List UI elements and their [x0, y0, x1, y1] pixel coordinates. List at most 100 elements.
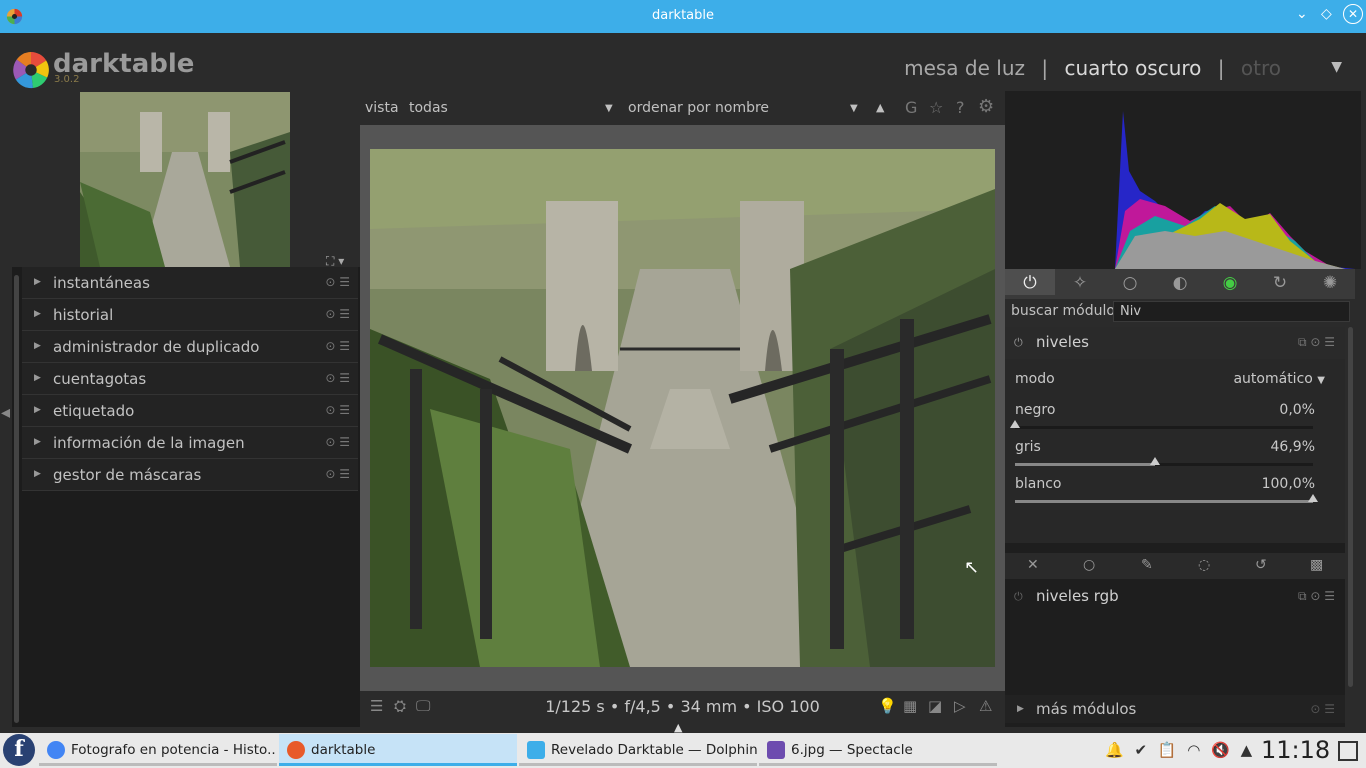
views-dropdown-icon[interactable]: ▼ — [1331, 59, 1342, 75]
module-levels-header[interactable]: ⏻ niveles ⧉ ⊙ ☰ — [1005, 327, 1345, 359]
module-label: etiquetado — [53, 402, 135, 420]
module-tagging[interactable]: ▶ etiquetado ⊙ ☰ — [22, 395, 358, 427]
warning-icon[interactable]: ⚠ — [979, 697, 992, 715]
slider-white-track[interactable] — [1015, 494, 1318, 503]
color-assessment-icon[interactable]: ▦ — [903, 697, 917, 715]
task-darktable[interactable]: darktable — [279, 734, 517, 766]
updates-icon[interactable]: ✔ — [1134, 741, 1147, 759]
left-module-list: ▶ instantáneas ⊙ ☰ ▶ historial ⊙ ☰ ▶ adm… — [12, 267, 360, 727]
slider-knob[interactable] — [1010, 420, 1020, 428]
module-snapshots[interactable]: ▶ instantáneas ⊙ ☰ — [22, 267, 358, 299]
module-label: administrador de duplicado — [53, 338, 260, 356]
slider-black-track[interactable] — [1010, 420, 1313, 429]
task-spectacle[interactable]: 6.jpg — Spectacle — [759, 734, 997, 766]
tab-favorites-icon[interactable]: ✧ — [1055, 273, 1105, 293]
presets-reset-menu-icon[interactable]: ⧉ ⊙ ☰ — [1298, 335, 1335, 350]
expand-arrow-icon: ▶ — [34, 469, 41, 479]
slider-gray-track[interactable] — [1015, 457, 1313, 466]
wifi-icon[interactable]: ◠ — [1187, 741, 1200, 759]
expand-arrow-icon: ▶ — [34, 405, 41, 415]
image-canvas[interactable]: ↖ — [360, 125, 1005, 691]
right-scrollbar[interactable] — [1348, 327, 1353, 687]
volume-muted-icon[interactable]: 🔇 — [1211, 741, 1230, 759]
maximize-icon[interactable]: ◇ — [1321, 6, 1332, 22]
view-other[interactable]: otro — [1241, 56, 1281, 80]
fedora-launcher-icon[interactable]: f — [3, 734, 35, 766]
slider-black[interactable]: negro 0,0% — [1015, 402, 1315, 418]
tab-basic-icon[interactable]: ○ — [1105, 273, 1155, 293]
blend-drawn-parametric-icon[interactable]: ↺ — [1255, 557, 1267, 573]
expand-arrow-icon: ▶ — [34, 277, 41, 287]
histogram[interactable] — [1005, 91, 1361, 269]
mode-select[interactable]: automático ▼ — [1233, 371, 1325, 387]
reset-menu-icon[interactable]: ⊙ ☰ — [325, 339, 350, 353]
task-label: Fotografo en potencia - Histo... — [71, 742, 277, 758]
module-color-picker[interactable]: ▶ cuentagotas ⊙ ☰ — [22, 363, 358, 395]
chrome-icon — [47, 741, 65, 759]
reset-menu-icon[interactable]: ⊙ ☰ — [325, 403, 350, 417]
tab-correct-icon[interactable]: ↻ — [1255, 273, 1305, 293]
module-history[interactable]: ▶ historial ⊙ ☰ — [22, 299, 358, 331]
tab-active-modules-power-icon[interactable]: ⏻ — [1005, 269, 1055, 295]
module-label: gestor de máscaras — [53, 466, 202, 484]
clock[interactable]: 11:18 — [1261, 736, 1330, 764]
blend-modes-bar: ✕ ○ ✎ ◌ ↺ ▩ — [1005, 553, 1345, 579]
navigation-thumbnail[interactable] — [80, 92, 290, 267]
blend-raster-mask-icon[interactable]: ▩ — [1310, 557, 1323, 573]
view-filter-dropdown-icon[interactable]: ▼ — [605, 103, 613, 114]
search-module-input[interactable] — [1113, 301, 1350, 322]
reset-menu-icon[interactable]: ⊙ ☰ — [325, 371, 350, 385]
task-browser[interactable]: Fotografo en potencia - Histo... — [39, 734, 277, 766]
gear-icon[interactable]: ⚙ — [978, 96, 994, 117]
module-image-information[interactable]: ▶ información de la imagen ⊙ ☰ — [22, 427, 358, 459]
minimize-icon[interactable]: ⌄ — [1296, 6, 1308, 22]
blend-off-icon[interactable]: ✕ — [1027, 557, 1039, 573]
notifications-icon[interactable]: 🔔 — [1105, 741, 1124, 759]
reset-menu-icon[interactable]: ⊙ ☰ — [325, 467, 350, 481]
slider-gray[interactable]: gris 46,9% — [1015, 439, 1315, 455]
view-darkroom[interactable]: cuarto oscuro — [1064, 56, 1201, 80]
tab-tone-icon[interactable]: ◐ — [1155, 273, 1205, 293]
sort-dropdown-icon[interactable]: ▼ — [850, 103, 858, 114]
show-desktop-icon[interactable] — [1338, 741, 1358, 761]
reset-menu-icon[interactable]: ⊙ ☰ — [325, 435, 350, 449]
tab-color-icon[interactable]: ◉ — [1205, 273, 1255, 293]
softproof-icon[interactable]: ◪ — [928, 697, 942, 715]
gamut-check-icon[interactable]: ▷ — [954, 697, 966, 715]
mode-row[interactable]: modo automático ▼ — [1015, 371, 1325, 387]
blend-parametric-mask-icon[interactable]: ◌ — [1198, 557, 1210, 573]
slider-white[interactable]: blanco 100,0% — [1015, 476, 1315, 492]
lightbulb-icon[interactable]: 💡 — [878, 697, 897, 715]
clipboard-icon[interactable]: 📋 — [1158, 741, 1177, 759]
close-icon[interactable]: ✕ — [1343, 4, 1363, 24]
sort-select[interactable]: nombre — [715, 100, 769, 116]
help-icon[interactable]: ? — [956, 98, 965, 117]
module-mask-manager[interactable]: ▶ gestor de máscaras ⊙ ☰ — [22, 459, 358, 491]
module-label: historial — [53, 306, 114, 324]
slider-knob[interactable] — [1308, 494, 1318, 502]
module-power-icon[interactable]: ⏻ — [1014, 590, 1023, 604]
blend-drawn-mask-icon[interactable]: ✎ — [1141, 557, 1153, 573]
tab-effects-icon[interactable]: ✺ — [1305, 273, 1355, 293]
reset-menu-icon[interactable]: ⊙ ☰ — [325, 307, 350, 321]
grouping-button[interactable]: G — [905, 98, 917, 117]
left-scrollbar[interactable] — [14, 275, 19, 723]
module-title: niveles — [1036, 333, 1089, 351]
window-titlebar[interactable]: darktable ⌄ ◇ ✕ — [0, 0, 1366, 33]
module-power-icon[interactable]: ⏻ — [1014, 336, 1023, 350]
reset-menu-icon[interactable]: ⊙ ☰ — [1310, 702, 1335, 716]
more-modules[interactable]: ▶ más módulos ⊙ ☰ — [1005, 695, 1345, 723]
view-filter-select[interactable]: todas — [409, 100, 448, 116]
view-lighttable[interactable]: mesa de luz — [904, 56, 1025, 80]
module-rgb-levels-header[interactable]: ⏻ niveles rgb ⧉ ⊙ ☰ — [1005, 581, 1345, 613]
presets-reset-menu-icon[interactable]: ⧉ ⊙ ☰ — [1298, 589, 1335, 604]
reset-menu-icon[interactable]: ⊙ ☰ — [325, 275, 350, 289]
sort-order-icon[interactable]: ▲ — [876, 101, 884, 114]
blend-uniform-icon[interactable]: ○ — [1083, 557, 1095, 573]
slider-knob[interactable] — [1149, 457, 1160, 465]
module-duplicate-manager[interactable]: ▶ administrador de duplicado ⊙ ☰ — [22, 331, 358, 363]
tray-expand-icon[interactable]: ▲ — [1241, 741, 1253, 759]
task-dolphin[interactable]: Revelado Darktable — Dolphin — [519, 734, 757, 766]
slider-label: blanco — [1015, 476, 1062, 492]
star-icon[interactable]: ☆ — [929, 98, 943, 117]
